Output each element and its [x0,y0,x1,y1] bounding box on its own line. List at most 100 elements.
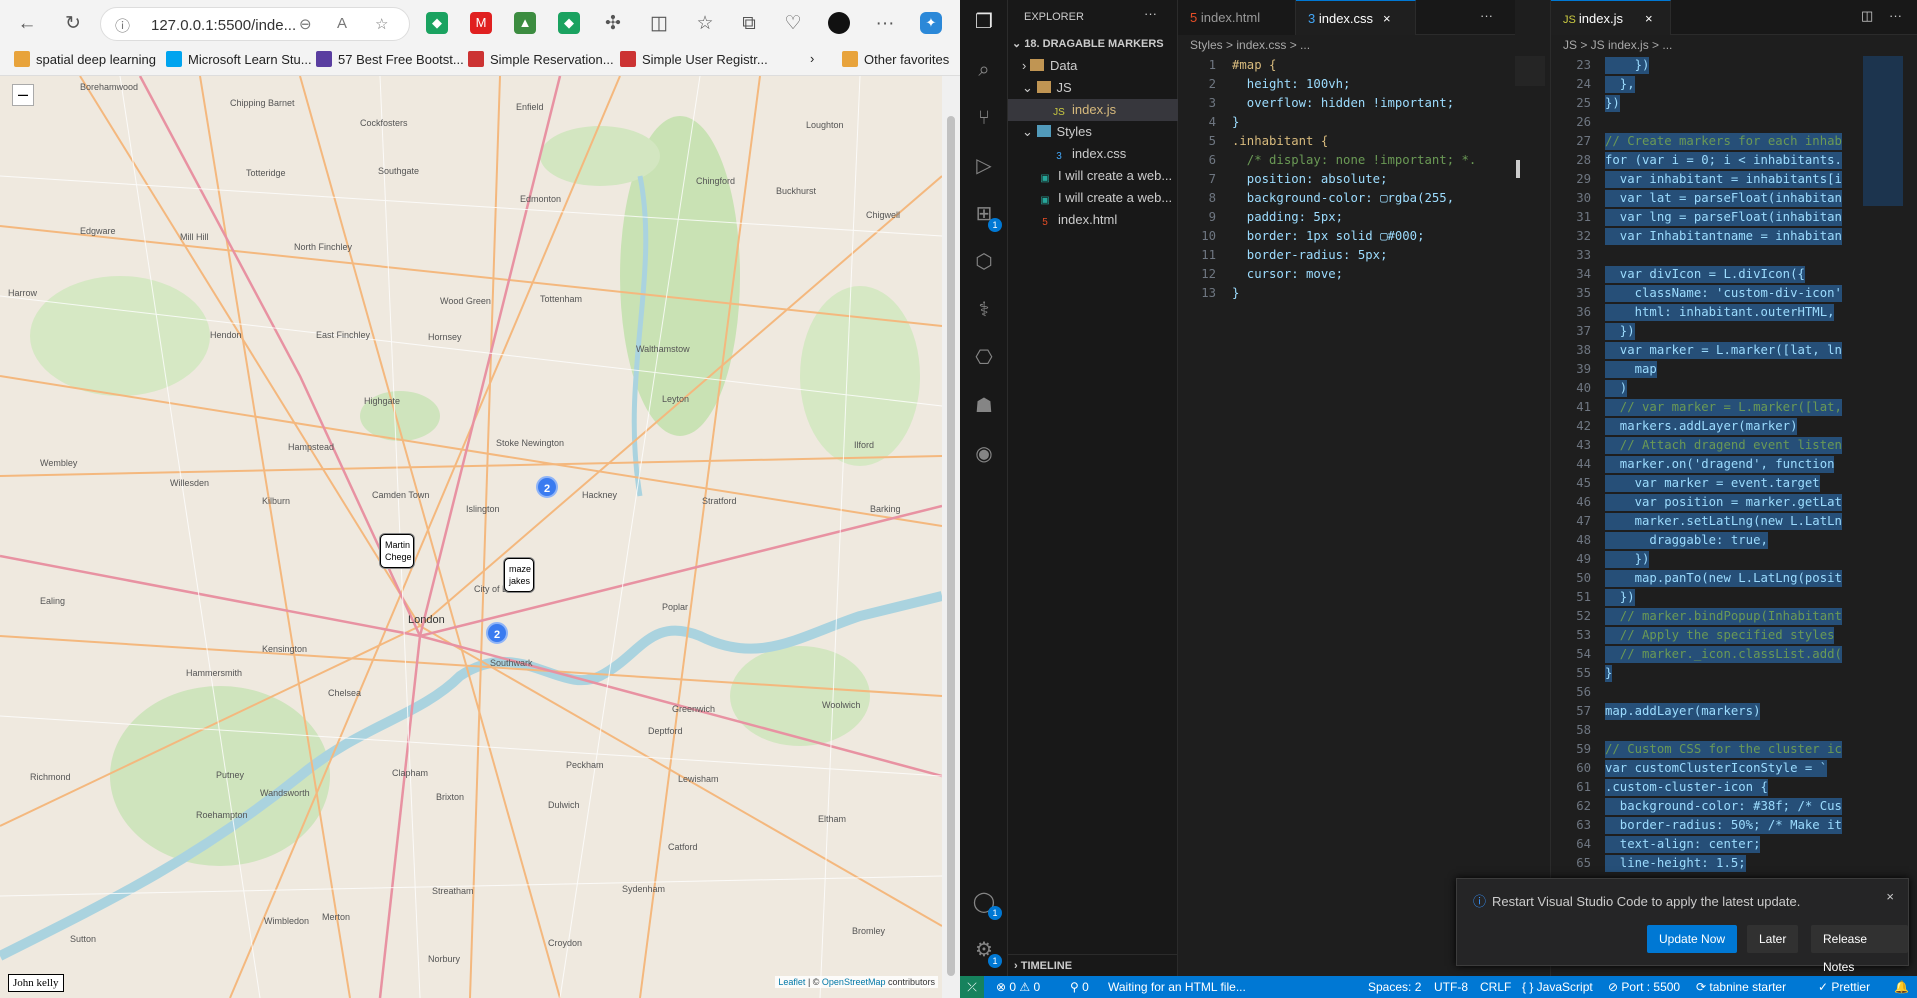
tree-folder-data[interactable]: › Data [1008,55,1178,77]
code-line: padding: 5px; [1232,210,1344,224]
chevron-right-icon[interactable]: › [810,51,814,71]
remote-indicator[interactable]: ⤫ [960,976,984,998]
map-place-label: Southwark [490,658,533,668]
tree-file-image[interactable]: ▣ I will create a web... [1008,165,1178,187]
osm-link[interactable]: OpenStreetMap [822,977,886,987]
line-number: 64 [1576,837,1591,851]
tree-file-index-js[interactable]: JS index.js [1008,99,1178,121]
scrollbar-thumb[interactable] [1516,160,1520,178]
search-icon[interactable]: ⌕ [970,56,998,84]
extension-icon[interactable]: ◆ [558,12,580,34]
release-notes-button[interactable]: Release Notes [1811,925,1908,974]
remote-explorer-icon[interactable]: ⬡ [970,248,998,276]
more-actions-icon[interactable]: ··· [1480,8,1493,23]
indent-status[interactable]: Spaces: 2 [1368,976,1421,998]
extension-icon[interactable]: M [470,12,492,34]
profile-avatar[interactable] [828,12,850,34]
line-number: 29 [1576,172,1591,186]
explorer-icon[interactable]: ❐ [970,8,998,36]
bookmark-item[interactable]: spatial deep learning [14,51,156,71]
ports-status[interactable]: ⚲ 0 [1070,976,1089,998]
later-button[interactable]: Later [1747,925,1799,953]
more-menu-icon[interactable]: ··· [872,11,898,37]
page-scrollbar[interactable] [942,76,960,998]
read-aloud-icon[interactable]: A [337,15,347,32]
tree-folder-js[interactable]: ⌄ JS [1008,77,1178,99]
android-icon[interactable]: ☗ [970,392,998,420]
tree-file-index-html[interactable]: 5 index.html [1008,209,1178,231]
line-number: 57 [1576,704,1591,718]
leaflet-link[interactable]: Leaflet [778,977,805,987]
map-place-label: Wembley [40,458,78,468]
timeline-section[interactable]: › TIMELINE [1008,954,1178,976]
minimap[interactable] [1515,56,1545,86]
scrollbar-thumb[interactable] [947,116,955,976]
extension-icon[interactable]: ▲ [514,12,536,34]
inhabitant-marker[interactable]: John kelly [8,974,64,992]
source-control-icon[interactable]: ⑂ [970,104,998,132]
encoding-status[interactable]: UTF-8 [1434,976,1468,998]
code-line: overflow: hidden !important; [1232,96,1455,110]
zoom-icon[interactable]: ⊖ [299,15,312,33]
collections-icon[interactable]: ⧉ [736,11,762,37]
code-line: ) [1605,381,1628,395]
minimap[interactable] [1863,56,1903,206]
line-number: 41 [1576,400,1591,414]
extension-icon[interactable]: ◆ [426,12,448,34]
copilot-icon[interactable]: ✦ [920,12,942,34]
leaflet-map[interactable]: – Borehamwood Chipping Barnet Enfield Lo… [0,76,942,998]
inhabitant-marker[interactable]: maze jakes [504,558,534,592]
eol-status[interactable]: CRLF [1480,976,1511,998]
explorer-sidebar: EXPLORER ··· ⌄ 18. DRAGABLE MARKERS › Da… [1008,0,1178,976]
line-number: 26 [1576,115,1591,129]
split-screen-icon[interactable]: ◫ [646,11,672,37]
bell-icon[interactable]: 🔔 [1894,976,1909,998]
marker-cluster[interactable]: 2 [486,622,508,644]
more-actions-icon[interactable]: ··· [1889,8,1902,23]
heart-icon[interactable]: ♡ [780,11,806,37]
address-bar[interactable]: ⓘ 127.0.0.1:5500/inde... ⊖ A ☆ [100,7,410,41]
other-favorites[interactable]: Other favorites [842,51,949,71]
update-now-button[interactable]: Update Now [1647,925,1738,953]
language-status[interactable]: { } JavaScript [1522,976,1593,998]
info-icon[interactable]: ⓘ [115,15,130,36]
inhabitant-marker[interactable]: Martin Chege [380,534,414,568]
problems-status[interactable]: ⊗ 0 ⚠ 0 [996,976,1040,998]
line-number: 43 [1576,438,1591,452]
python-icon[interactable]: ⚕ [970,296,998,324]
tab-index-css[interactable]: 3 index.css × [1296,0,1416,35]
github-icon[interactable]: ◉ [970,440,998,468]
port-status[interactable]: ⊘ Port : 5500 [1608,976,1680,998]
split-editor-icon[interactable]: ◫ [1861,8,1873,24]
bookmark-item[interactable]: 57 Best Free Bootst... [316,51,464,71]
close-icon[interactable]: × [1383,11,1391,26]
favorite-star-icon[interactable]: ☆ [375,15,388,33]
tab-index-js[interactable]: JS index.js × [1551,0,1671,35]
line-number: 46 [1576,495,1591,509]
folder-root[interactable]: ⌄ 18. DRAGABLE MARKERS [1008,33,1178,55]
bookmark-item[interactable]: Simple Reservation... [468,51,614,71]
favorites-icon[interactable]: ☆ [692,11,718,37]
bookmark-item[interactable]: Simple User Registr... [620,51,768,71]
reload-icon[interactable]: ↻ [60,11,86,37]
zoom-out-button[interactable]: – [12,84,34,106]
bookmark-item[interactable]: Microsoft Learn Stu... [166,51,312,71]
run-debug-icon[interactable]: ▷ [970,152,998,180]
database-icon[interactable]: ⎔ [970,344,998,372]
info-icon: ⓘ [1473,894,1487,909]
marker-cluster[interactable]: 2 [536,476,558,498]
tree-folder-styles[interactable]: ⌄ Styles [1008,121,1178,143]
more-actions-icon[interactable]: ··· [1144,6,1157,21]
tabnine-status[interactable]: ⟳ tabnine starter [1696,976,1786,998]
tree-file-image[interactable]: ▣ I will create a web... [1008,187,1178,209]
line-number: 5 [1208,134,1216,148]
map-place-label: Cockfosters [360,118,408,128]
tab-index-html[interactable]: 5 index.html [1178,0,1296,35]
extensions-puzzle-icon[interactable]: ✣ [600,11,626,37]
map-place-label: Edmonton [520,194,562,204]
tree-file-index-css[interactable]: 3 index.css [1008,143,1178,165]
back-icon[interactable]: ← [14,11,40,37]
close-icon[interactable]: × [1886,889,1894,904]
code-line: // Apply the specified styles [1605,628,1835,642]
close-icon[interactable]: × [1645,11,1653,26]
